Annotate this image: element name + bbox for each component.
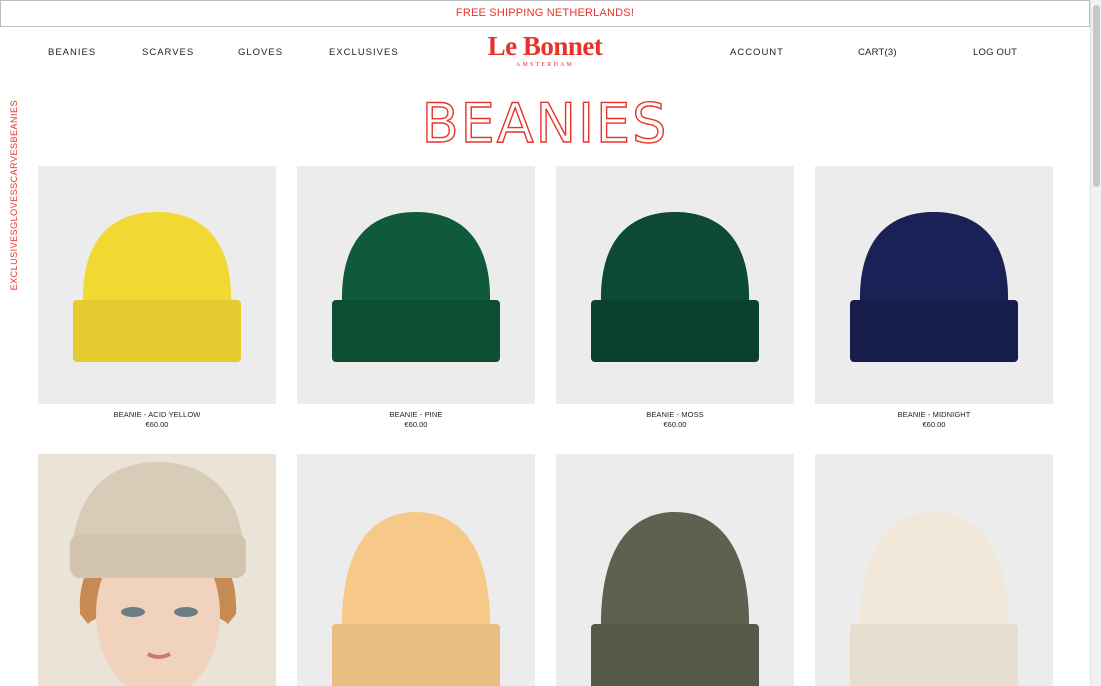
beanie-hat-image <box>850 512 1018 686</box>
product-card[interactable] <box>38 454 276 686</box>
product-image[interactable] <box>556 454 794 686</box>
product-image[interactable] <box>297 454 535 686</box>
beanie-hat-image <box>591 512 759 686</box>
product-card[interactable] <box>297 454 535 686</box>
product-image[interactable] <box>297 166 535 404</box>
product-name[interactable]: BEANIE - MIDNIGHT <box>815 410 1053 419</box>
product-card[interactable] <box>815 454 1053 686</box>
product-card[interactable]: BEANIE - ACID YELLOW €60.00 <box>38 166 276 429</box>
product-price: €60.00 <box>145 420 169 429</box>
page-scrollbar[interactable] <box>1090 0 1101 686</box>
product-name[interactable]: BEANIE - ACID YELLOW <box>38 410 276 419</box>
beanie-hat-image <box>332 512 500 686</box>
product-card[interactable]: BEANIE - MIDNIGHT €60.00 <box>815 166 1053 429</box>
product-price: €60.00 <box>404 420 428 429</box>
product-price: €60.00 <box>663 420 687 429</box>
side-nav: BEANIES SCARVES GLOVES EXCLUSIVES <box>4 100 24 290</box>
nav-beanies[interactable]: BEANIES <box>48 47 96 58</box>
product-card[interactable]: BEANIE - MOSS €60.00 <box>556 166 794 429</box>
product-image[interactable] <box>815 454 1053 686</box>
product-image[interactable] <box>815 166 1053 404</box>
main-nav: BEANIES SCARVES GLOVES EXCLUSIVES Le Bon… <box>0 27 1090 79</box>
beanie-hat-image <box>332 212 500 362</box>
nav-gloves[interactable]: GLOVES <box>238 47 283 58</box>
nav-exclusives[interactable]: EXCLUSIVES <box>329 47 399 58</box>
announcement-text: FREE SHIPPING NETHERLANDS! <box>455 7 635 19</box>
nav-account[interactable]: ACCOUNT <box>730 47 784 58</box>
scrollbar-thumb[interactable] <box>1093 5 1100 187</box>
logo-subtitle: AMSTERDAM <box>515 62 575 68</box>
model-portrait-image <box>38 454 276 686</box>
product-image[interactable] <box>38 454 276 686</box>
beanie-hat-image <box>591 212 759 362</box>
beanie-hat-image <box>850 212 1018 362</box>
product-card[interactable] <box>556 454 794 686</box>
nav-scarves[interactable]: SCARVES <box>142 47 194 58</box>
page-title: BEANIES <box>421 91 669 155</box>
beanie-hat-image <box>73 212 241 362</box>
product-price: €60.00 <box>922 420 946 429</box>
side-nav-scarves[interactable]: SCARVES <box>9 143 19 189</box>
product-image[interactable] <box>38 166 276 404</box>
product-name[interactable]: BEANIE - PINE <box>297 410 535 419</box>
announcement-bar: FREE SHIPPING NETHERLANDS! <box>0 0 1090 27</box>
product-card[interactable]: BEANIE - PINE €60.00 <box>297 166 535 429</box>
side-nav-beanies[interactable]: BEANIES <box>9 100 19 143</box>
nav-logout[interactable]: LOG OUT <box>973 47 1017 58</box>
logo-wordmark: Le Bonnet <box>487 31 603 61</box>
product-name[interactable]: BEANIE - MOSS <box>556 410 794 419</box>
side-nav-gloves[interactable]: GLOVES <box>9 189 19 229</box>
nav-cart[interactable]: CART(3) <box>858 47 897 58</box>
side-nav-exclusives[interactable]: EXCLUSIVES <box>9 229 19 291</box>
product-image[interactable] <box>556 166 794 404</box>
brand-logo[interactable]: Le Bonnet AMSTERDAM <box>470 31 620 68</box>
